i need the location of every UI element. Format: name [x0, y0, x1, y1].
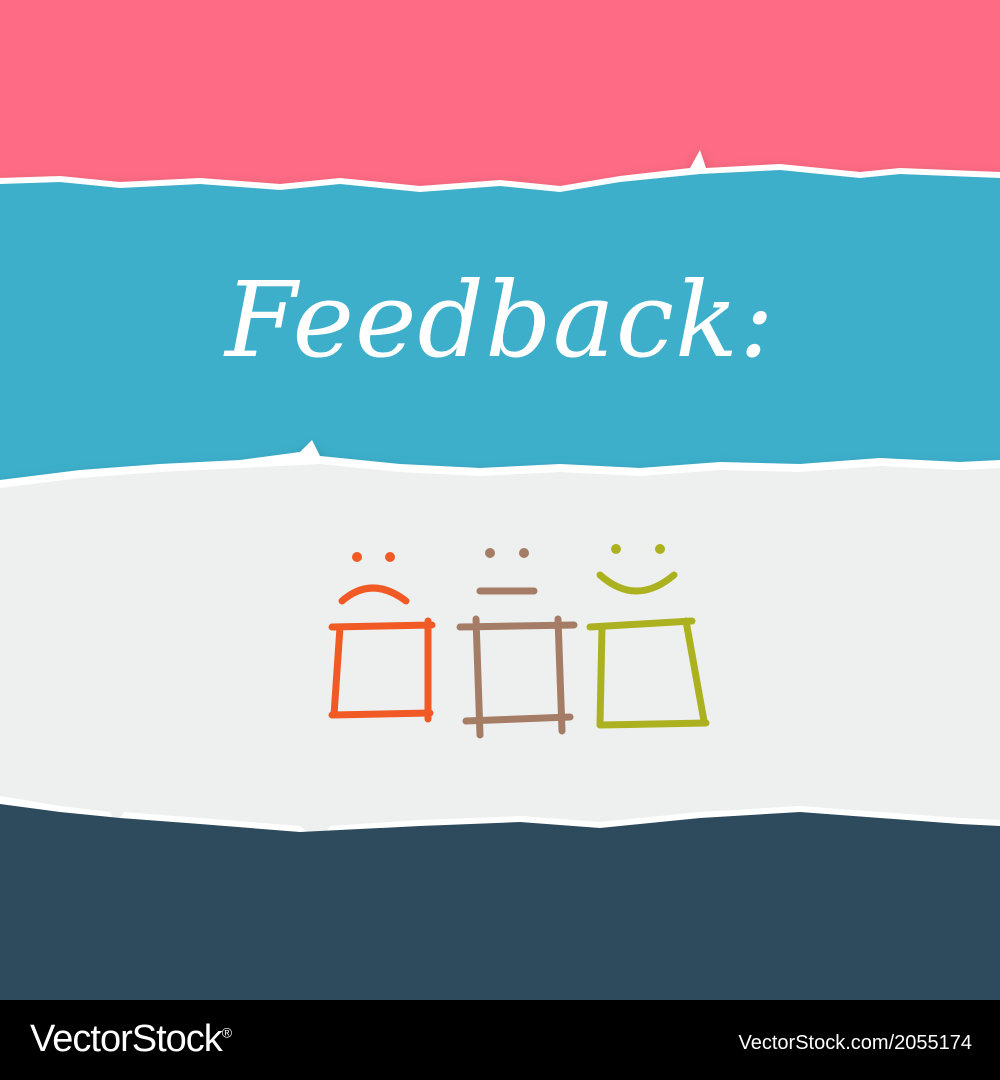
torn-paper-background — [0, 0, 1000, 1000]
neutral-eye-left — [485, 548, 495, 558]
neutral-eye-right — [519, 548, 529, 558]
sad-mouth — [338, 584, 410, 605]
happy-eye-left — [611, 544, 621, 554]
face-rating-options — [328, 544, 710, 739]
feedback-title: Feedback: — [224, 259, 776, 381]
footer-bar: VectorStock® VectorStock.com/2055174 — [0, 1000, 1000, 1080]
navy-strip — [0, 796, 1000, 1000]
neutral-box — [456, 615, 578, 739]
happy-box — [586, 617, 710, 729]
sad-eye-left — [352, 552, 362, 562]
happy-mouth — [596, 571, 678, 595]
brand-text: VectorStock — [30, 1018, 223, 1060]
neutral-face-checkbox[interactable] — [456, 548, 578, 739]
sad-box — [328, 617, 436, 723]
feedback-illustration: Feedback: — [0, 0, 1000, 1000]
image-reference: VectorStock.com/2055174 — [738, 1032, 972, 1054]
happy-face-checkbox[interactable] — [586, 544, 710, 729]
happy-eye-right — [655, 544, 665, 554]
sad-eye-right — [385, 552, 395, 562]
trademark-symbol: ® — [221, 1024, 232, 1041]
sad-face-checkbox[interactable] — [328, 552, 436, 723]
vectorstock-logo: VectorStock® — [30, 1018, 232, 1061]
